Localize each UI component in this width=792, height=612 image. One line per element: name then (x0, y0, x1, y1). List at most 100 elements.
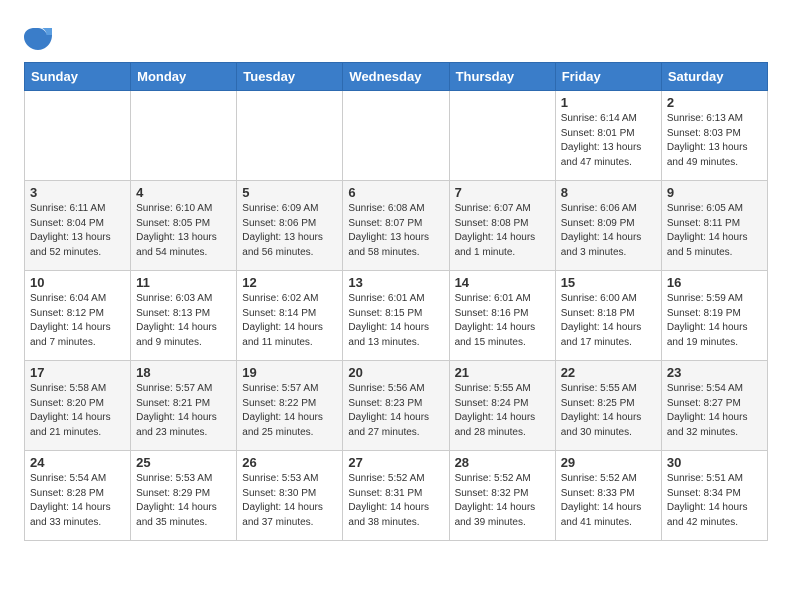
day-info: Sunrise: 5:55 AM Sunset: 8:24 PM Dayligh… (455, 382, 550, 440)
day-info: Sunrise: 5:59 AM Sunset: 8:19 PM Dayligh… (667, 292, 762, 350)
calendar-cell: 30 Sunrise: 5:51 AM Sunset: 8:34 PM Dayli… (661, 451, 767, 541)
calendar-cell: 25 Sunrise: 5:53 AM Sunset: 8:29 PM Dayli… (131, 451, 237, 541)
day-info: Sunrise: 5:57 AM Sunset: 8:22 PM Dayligh… (242, 382, 337, 440)
day-number: 21 (455, 365, 550, 380)
day-number: 3 (30, 185, 125, 200)
calendar-cell: 26Sunrise: 5:53 AM Sunset: 8:30 PM Dayli… (237, 451, 343, 541)
day-number: 14 (455, 275, 550, 290)
day-info: Sunrise: 6:02 AM Sunset: 8:14 PM Dayligh… (242, 292, 337, 350)
calendar-cell (131, 91, 237, 181)
day-info: Sunrise: 5:54 AM Sunset: 8:28 PM Dayligh… (30, 472, 125, 530)
day-info: Sunrise: 5:58 AM Sunset: 8:20 PM Dayligh… (30, 382, 125, 440)
day-info: Sunrise: 6:08 AM Sunset: 8:07 PM Dayligh… (348, 202, 443, 260)
day-info: Sunrise: 5:57 AM Sunset: 8:21 PM Dayligh… (136, 382, 231, 440)
day-info: Sunrise: 6:09 AM Sunset: 8:06 PM Dayligh… (242, 202, 337, 260)
day-number: 12 (242, 275, 337, 290)
weekday-header-friday: Friday (555, 63, 661, 91)
calendar-cell: 15 Sunrise: 6:00 AM Sunset: 8:18 PM Dayli… (555, 271, 661, 361)
day-info: Sunrise: 6:07 AM Sunset: 8:08 PM Dayligh… (455, 202, 550, 260)
calendar-cell: 18 Sunrise: 5:57 AM Sunset: 8:21 PM Dayli… (131, 361, 237, 451)
logo[interactable] (24, 24, 54, 52)
day-number: 23 (667, 365, 762, 380)
day-number: 25 (136, 455, 231, 470)
week-row-1: 1Sunrise: 6:14 AM Sunset: 8:01 PM Daylig… (25, 91, 768, 181)
calendar-cell: 14Sunrise: 6:01 AM Sunset: 8:16 PM Dayli… (449, 271, 555, 361)
day-number: 30 (667, 455, 762, 470)
week-row-3: 10Sunrise: 6:04 AM Sunset: 8:12 PM Dayli… (25, 271, 768, 361)
calendar-cell: 6 Sunrise: 6:08 AM Sunset: 8:07 PM Daylig… (343, 181, 449, 271)
weekday-header-wednesday: Wednesday (343, 63, 449, 91)
week-row-4: 17Sunrise: 5:58 AM Sunset: 8:20 PM Dayli… (25, 361, 768, 451)
logo-icon (24, 24, 52, 52)
day-number: 22 (561, 365, 656, 380)
week-row-5: 24Sunrise: 5:54 AM Sunset: 8:28 PM Dayli… (25, 451, 768, 541)
day-info: Sunrise: 5:53 AM Sunset: 8:30 PM Dayligh… (242, 472, 337, 530)
day-info: Sunrise: 5:52 AM Sunset: 8:33 PM Dayligh… (561, 472, 656, 530)
day-info: Sunrise: 6:01 AM Sunset: 8:15 PM Dayligh… (348, 292, 443, 350)
day-info: Sunrise: 5:52 AM Sunset: 8:31 PM Dayligh… (348, 472, 443, 530)
calendar-cell: 28 Sunrise: 5:52 AM Sunset: 8:32 PM Dayli… (449, 451, 555, 541)
calendar-cell (343, 91, 449, 181)
day-number: 29 (561, 455, 656, 470)
day-number: 19 (242, 365, 337, 380)
day-info: Sunrise: 6:14 AM Sunset: 8:01 PM Dayligh… (561, 112, 656, 170)
day-number: 10 (30, 275, 125, 290)
day-info: Sunrise: 5:53 AM Sunset: 8:29 PM Dayligh… (136, 472, 231, 530)
day-number: 4 (136, 185, 231, 200)
day-info: Sunrise: 5:56 AM Sunset: 8:23 PM Dayligh… (348, 382, 443, 440)
day-info: Sunrise: 5:51 AM Sunset: 8:34 PM Dayligh… (667, 472, 762, 530)
calendar-table: SundayMondayTuesdayWednesdayThursdayFrid… (24, 62, 768, 541)
day-number: 6 (348, 185, 443, 200)
day-info: Sunrise: 6:00 AM Sunset: 8:18 PM Dayligh… (561, 292, 656, 350)
day-number: 9 (667, 185, 762, 200)
day-number: 16 (667, 275, 762, 290)
calendar-cell: 3Sunrise: 6:11 AM Sunset: 8:04 PM Daylig… (25, 181, 131, 271)
day-info: Sunrise: 5:52 AM Sunset: 8:32 PM Dayligh… (455, 472, 550, 530)
calendar-cell (449, 91, 555, 181)
calendar-cell: 17Sunrise: 5:58 AM Sunset: 8:20 PM Dayli… (25, 361, 131, 451)
day-number: 7 (455, 185, 550, 200)
day-info: Sunrise: 6:03 AM Sunset: 8:13 PM Dayligh… (136, 292, 231, 350)
day-info: Sunrise: 5:55 AM Sunset: 8:25 PM Dayligh… (561, 382, 656, 440)
day-info: Sunrise: 6:13 AM Sunset: 8:03 PM Dayligh… (667, 112, 762, 170)
calendar-cell: 11 Sunrise: 6:03 AM Sunset: 8:13 PM Dayli… (131, 271, 237, 361)
calendar-cell: 10Sunrise: 6:04 AM Sunset: 8:12 PM Dayli… (25, 271, 131, 361)
calendar-cell: 9Sunrise: 6:05 AM Sunset: 8:11 PM Daylig… (661, 181, 767, 271)
calendar-cell: 13 Sunrise: 6:01 AM Sunset: 8:15 PM Dayli… (343, 271, 449, 361)
calendar-cell: 23 Sunrise: 5:54 AM Sunset: 8:27 PM Dayli… (661, 361, 767, 451)
day-info: Sunrise: 5:54 AM Sunset: 8:27 PM Dayligh… (667, 382, 762, 440)
day-number: 20 (348, 365, 443, 380)
day-number: 2 (667, 95, 762, 110)
day-number: 15 (561, 275, 656, 290)
calendar-cell: 8 Sunrise: 6:06 AM Sunset: 8:09 PM Daylig… (555, 181, 661, 271)
calendar-cell: 24Sunrise: 5:54 AM Sunset: 8:28 PM Dayli… (25, 451, 131, 541)
calendar-cell (237, 91, 343, 181)
calendar-cell: 5Sunrise: 6:09 AM Sunset: 8:06 PM Daylig… (237, 181, 343, 271)
day-number: 13 (348, 275, 443, 290)
calendar-cell (25, 91, 131, 181)
page-container: SundayMondayTuesdayWednesdayThursdayFrid… (24, 20, 768, 541)
day-info: Sunrise: 6:06 AM Sunset: 8:09 PM Dayligh… (561, 202, 656, 260)
calendar-cell: 16 Sunrise: 5:59 AM Sunset: 8:19 PM Dayli… (661, 271, 767, 361)
calendar-cell: 19 Sunrise: 5:57 AM Sunset: 8:22 PM Dayli… (237, 361, 343, 451)
weekday-header-thursday: Thursday (449, 63, 555, 91)
day-number: 28 (455, 455, 550, 470)
calendar-cell: 20 Sunrise: 5:56 AM Sunset: 8:23 PM Dayli… (343, 361, 449, 451)
day-number: 27 (348, 455, 443, 470)
calendar-cell: 12 Sunrise: 6:02 AM Sunset: 8:14 PM Dayli… (237, 271, 343, 361)
header (24, 20, 768, 52)
calendar-cell: 1Sunrise: 6:14 AM Sunset: 8:01 PM Daylig… (555, 91, 661, 181)
week-row-2: 3Sunrise: 6:11 AM Sunset: 8:04 PM Daylig… (25, 181, 768, 271)
day-number: 8 (561, 185, 656, 200)
day-number: 18 (136, 365, 231, 380)
weekday-header-sunday: Sunday (25, 63, 131, 91)
calendar-cell: 22 Sunrise: 5:55 AM Sunset: 8:25 PM Dayli… (555, 361, 661, 451)
weekday-header-saturday: Saturday (661, 63, 767, 91)
day-number: 11 (136, 275, 231, 290)
weekday-header-tuesday: Tuesday (237, 63, 343, 91)
calendar-cell: 27 Sunrise: 5:52 AM Sunset: 8:31 PM Dayli… (343, 451, 449, 541)
calendar-cell: 4Sunrise: 6:10 AM Sunset: 8:05 PM Daylig… (131, 181, 237, 271)
calendar-cell: 2 Sunrise: 6:13 AM Sunset: 8:03 PM Daylig… (661, 91, 767, 181)
calendar-cell: 21 Sunrise: 5:55 AM Sunset: 8:24 PM Dayli… (449, 361, 555, 451)
calendar-cell: 7 Sunrise: 6:07 AM Sunset: 8:08 PM Daylig… (449, 181, 555, 271)
